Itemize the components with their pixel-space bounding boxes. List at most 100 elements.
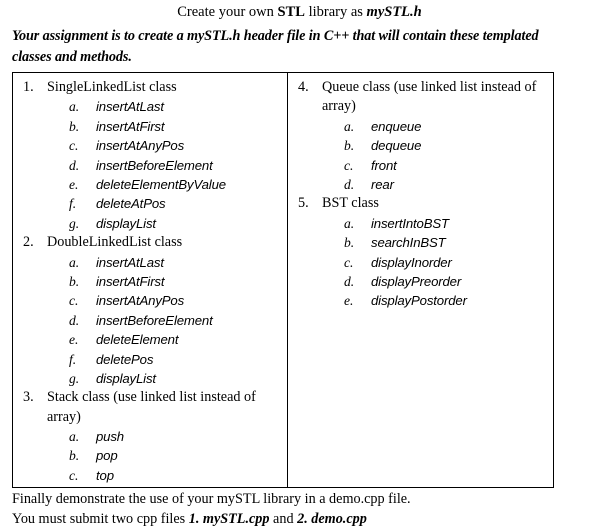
method-item-name: insertAtFirst — [96, 273, 165, 289]
method-item-marker: d. — [344, 273, 355, 289]
method-item-name: deleteAtPos — [96, 196, 166, 212]
method-item: c. insertAtAnyPos — [69, 291, 283, 310]
method-item: c. displayInorder — [344, 253, 549, 272]
method-item: b. searchInBST — [344, 233, 549, 252]
method-item-name: deleteElement — [96, 332, 179, 348]
class-item: 5. BST class a. insertIntoBST b. searchInBST c… — [292, 194, 549, 310]
method-item-marker: b. — [344, 138, 355, 154]
method-item-name: insertIntoBST — [371, 215, 449, 231]
footer-and-text: and — [269, 511, 298, 527]
method-item-name: insertAtAnyPos — [96, 138, 185, 154]
method-item: e. displayPostorder — [344, 291, 549, 310]
method-item-marker: a. — [344, 215, 355, 231]
method-item-marker: e. — [69, 176, 79, 192]
method-item: c. top — [69, 466, 283, 485]
table-column-right: 4. Queue class (use linked list instead o… — [288, 73, 553, 487]
class-item-marker: 5. — [298, 195, 309, 212]
method-item-marker: f. — [69, 196, 77, 212]
class-item-label: BST class — [322, 195, 379, 212]
method-item-marker: d. — [69, 312, 80, 328]
footer-line-1: Finally demonstrate the use of your myST… — [12, 491, 411, 507]
subtitle-part-3: header file in C++ that will contain the… — [240, 28, 483, 44]
method-item: d. insertBeforeElement — [69, 156, 283, 175]
class-item: 1. SingleLinkedList class a. insertAtLast b.… — [17, 78, 283, 233]
method-item-name: front — [371, 157, 397, 173]
method-item: g. displayList — [69, 369, 283, 388]
method-item-name: displayInorder — [371, 254, 452, 270]
method-item-marker: e. — [69, 332, 79, 348]
class-item: 2. DoubleLinkedList class a. insertAtLast b.… — [17, 233, 283, 388]
method-item-marker: c. — [69, 467, 79, 483]
subtitle-part-1: Your assignment is to create a — [12, 28, 188, 44]
method-item: b. insertAtFirst — [69, 272, 283, 291]
table-column-left: 1. SingleLinkedList class a. insertAtLast b.… — [13, 73, 288, 487]
title-part-3: library as — [304, 4, 367, 20]
method-item-marker: a. — [69, 429, 80, 445]
method-item-name: enqueue — [371, 118, 422, 134]
method-item-name: top — [96, 467, 114, 483]
method-item-marker: c. — [344, 254, 354, 270]
method-item: d. insertBeforeElement — [69, 311, 283, 330]
method-item-marker: g. — [69, 370, 80, 386]
method-item-name: rear — [371, 176, 394, 192]
method-item-name: deleteElementByValue — [96, 176, 226, 192]
method-item-name: displayList — [96, 370, 156, 386]
method-list: a. insertAtLast b. insertAtFirst c. insertAtA… — [69, 253, 283, 389]
method-item: b. pop — [69, 446, 283, 465]
assignment-description: Your assignment is to create a mySTL.h h… — [12, 26, 572, 68]
method-item: g. displayList — [69, 214, 283, 233]
method-item-marker: e. — [344, 293, 354, 309]
class-item-marker: 1. — [23, 79, 34, 95]
method-item: a. insertAtLast — [69, 97, 283, 116]
footer-file-1: 1. mySTL.cpp — [188, 511, 270, 527]
method-item: c. front — [344, 156, 549, 175]
method-item-name: displayPostorder — [371, 293, 467, 309]
method-item-name: insertAtAnyPos — [96, 293, 185, 309]
method-list-wrapper: a. enqueue b. dequeue c. front d. rear — [322, 117, 549, 195]
method-item: a. enqueue — [344, 117, 549, 136]
method-list-wrapper: a. insertIntoBST b. searchInBST c. displayIno… — [322, 214, 549, 311]
title-part-1: Create your own — [177, 4, 278, 20]
class-item-label: Stack class (use linked list instead of … — [47, 389, 256, 425]
method-item-name: insertBeforeElement — [96, 157, 213, 173]
method-item: c. insertAtAnyPos — [69, 136, 283, 155]
method-item: f. deletePos — [69, 350, 283, 369]
method-list: a. push b. pop c. top — [69, 427, 283, 485]
method-item-name: insertAtFirst — [96, 118, 165, 134]
method-item-name: searchInBST — [371, 235, 446, 251]
document-page: Create your own STL library as mySTL.h Y… — [0, 0, 599, 527]
method-item: b. dequeue — [344, 136, 549, 155]
class-list-left: 1. SingleLinkedList class a. insertAtLast b.… — [17, 78, 283, 485]
method-item-name: dequeue — [371, 138, 422, 154]
page-title: Create your own STL library as mySTL.h — [0, 3, 599, 21]
method-item: e. deleteElementByValue — [69, 175, 283, 194]
title-part-stl: STL — [277, 4, 305, 20]
method-item-marker: d. — [344, 176, 355, 192]
method-list-wrapper: a. insertAtLast b. insertAtFirst c. insertAtA… — [47, 97, 283, 233]
method-item-name: pop — [96, 448, 118, 464]
method-item-marker: b. — [69, 118, 80, 134]
method-list-wrapper: a. insertAtLast b. insertAtFirst c. insertAtA… — [47, 253, 283, 389]
method-item-marker: a. — [69, 99, 80, 115]
footer-instructions: Finally demonstrate the use of your myST… — [12, 489, 582, 529]
class-item-label: SingleLinkedList class — [47, 79, 177, 95]
class-list-right: 4. Queue class (use linked list instead o… — [292, 78, 549, 311]
method-item-marker: c. — [69, 138, 79, 154]
method-item-name: insertAtLast — [96, 254, 164, 270]
method-list: a. insertIntoBST b. searchInBST c. displayIno… — [344, 214, 549, 311]
method-item-name: displayList — [96, 215, 156, 231]
class-item: 3. Stack class (use linked list instead o… — [17, 388, 283, 485]
method-item: a. insertIntoBST — [344, 214, 549, 233]
method-item: f. deleteAtPos — [69, 194, 283, 213]
method-item-marker: d. — [69, 157, 80, 173]
method-item-name: deletePos — [96, 351, 154, 367]
method-item-marker: b. — [69, 273, 80, 289]
class-item-marker: 4. — [298, 79, 309, 95]
class-item-marker: 3. — [23, 389, 34, 406]
footer-submit-text: You must submit two cpp files — [12, 511, 189, 527]
class-item-label: DoubleLinkedList class — [47, 234, 183, 251]
class-item-label: Queue class (use linked list instead of … — [322, 79, 537, 115]
method-item-marker: g. — [69, 215, 80, 231]
footer-file-2: 2. demo.cpp — [297, 511, 367, 527]
method-item-marker: b. — [344, 235, 355, 251]
